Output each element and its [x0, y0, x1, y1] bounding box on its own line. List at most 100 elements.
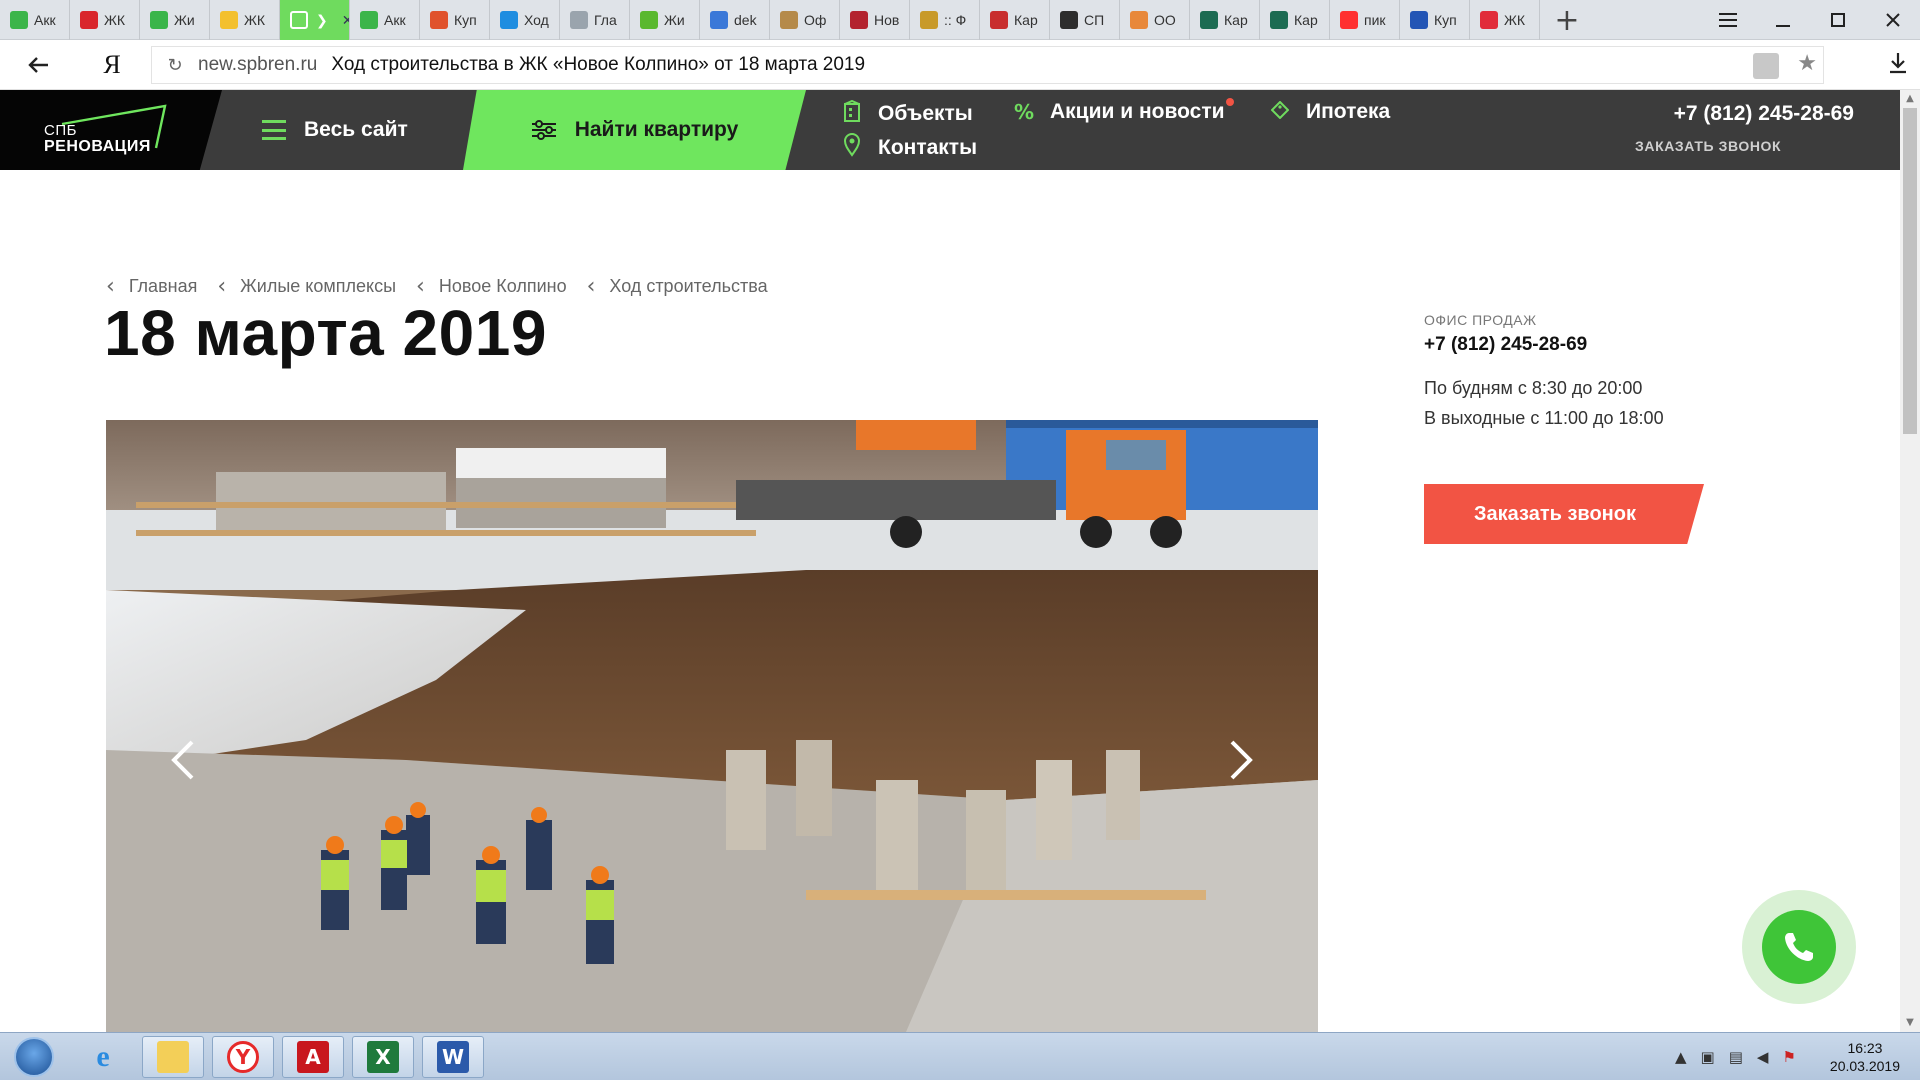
nav-objects[interactable]: Объекты — [842, 99, 973, 127]
blue-flag-icon — [500, 11, 518, 29]
browser-tab[interactable]: СП — [1050, 0, 1120, 40]
sales-office-phone[interactable]: +7 (812) 245-28-69 — [1424, 334, 1587, 356]
browser-tab[interactable]: Акк — [350, 0, 420, 40]
browser-tab[interactable]: ОО — [1120, 0, 1190, 40]
maximize-icon[interactable] — [1810, 0, 1865, 40]
network-icon[interactable]: ▤ — [1729, 1048, 1743, 1066]
browser-tab[interactable]: Кар — [980, 0, 1050, 40]
construction-photo-slider[interactable] — [106, 420, 1318, 1032]
sales-office-label: ОФИС ПРОДАЖ — [1424, 312, 1537, 328]
browser-tab[interactable]: dek — [700, 0, 770, 40]
yandex-icon — [1340, 11, 1358, 29]
check-orange-icon — [1130, 11, 1148, 29]
browser-tab[interactable]: ЖК — [70, 0, 140, 40]
start-button[interactable] — [6, 1035, 62, 1079]
find-flat-label: Найти квартиру — [574, 118, 739, 141]
green-leaf-icon — [360, 11, 378, 29]
slider-prev-arrow-icon[interactable] — [168, 738, 198, 782]
all-site-menu-button[interactable]: Весь сайт — [262, 90, 408, 170]
browser-tab[interactable]: Куп — [1400, 0, 1470, 40]
browser-tab[interactable]: Жи — [140, 0, 210, 40]
all-site-label: Весь сайт — [304, 118, 408, 141]
check-dark-icon — [1060, 11, 1078, 29]
browser-tab[interactable]: ЖК — [210, 0, 280, 40]
browser-tab-title: ОО — [1154, 12, 1176, 28]
weekday-hours: По будням с 8:30 до 20:00 — [1424, 378, 1643, 398]
browser-tab-title: пик — [1364, 12, 1386, 28]
scroll-up-arrow-icon[interactable]: ▲ — [1900, 90, 1920, 108]
minimize-icon[interactable] — [1755, 0, 1810, 40]
menu-icon[interactable] — [1700, 0, 1755, 40]
browser-tab[interactable]: Жи — [630, 0, 700, 40]
browser-tab-title: :: Ф — [944, 12, 967, 28]
browser-tab[interactable]: пик — [1330, 0, 1400, 40]
nav-news-label: Акции и новости — [1050, 98, 1234, 124]
tab-audio-icon: ❯ — [316, 11, 328, 28]
scroll-down-arrow-icon[interactable]: ▼ — [1900, 1014, 1920, 1032]
download-icon[interactable] — [1888, 52, 1908, 80]
callback-fab[interactable] — [1742, 890, 1856, 1004]
building-icon — [842, 99, 862, 127]
browser-tab[interactable]: Кар — [1190, 0, 1260, 40]
logo[interactable]: СПБ РЕНОВАЦИЯ — [0, 90, 222, 170]
back-button[interactable] — [0, 40, 76, 90]
browser-tab[interactable]: ЖК — [1470, 0, 1540, 40]
taskbar-word[interactable]: W — [422, 1036, 484, 1078]
browser-tab[interactable]: Ход — [490, 0, 560, 40]
yandex-logo-icon[interactable]: Я — [76, 40, 148, 90]
browser-tab[interactable]: Куп — [420, 0, 490, 40]
eagle-icon — [920, 11, 938, 29]
breadcrumb-item[interactable]: ‹ Ход строительства — [587, 274, 768, 299]
browser-tab-strip: АккЖКЖиЖК❯✕АккКупХодГлаЖиdekОфНов:: ФКар… — [0, 0, 1920, 40]
browser-tab-title: Ход — [524, 12, 549, 28]
taskbar-excel[interactable]: X — [352, 1036, 414, 1078]
tab-close-icon[interactable]: ✕ — [342, 12, 349, 29]
close-icon[interactable] — [1865, 0, 1920, 40]
spbren-icon — [290, 11, 308, 29]
browser-tab[interactable]: Гла — [560, 0, 630, 40]
taskbar-explorer[interactable] — [142, 1036, 204, 1078]
browser-tab[interactable]: :: Ф — [910, 0, 980, 40]
scrollbar-thumb[interactable] — [1903, 108, 1917, 434]
browser-tab[interactable]: Кар — [1260, 0, 1330, 40]
word-icon: W — [437, 1041, 469, 1073]
slider-next-arrow-icon[interactable] — [1226, 738, 1256, 782]
nav-contacts-label: Контакты — [878, 135, 978, 159]
nav-contacts[interactable]: Контакты — [842, 133, 977, 162]
browser-tab-title: Кар — [1014, 12, 1038, 28]
new-tab-button[interactable]: + — [1540, 0, 1594, 40]
yellow-folder-icon — [220, 11, 238, 29]
taskbar-yandex[interactable]: Y — [212, 1036, 274, 1078]
tray-device-icon[interactable]: ▣ — [1701, 1048, 1715, 1066]
bookmark-star-icon[interactable]: ★ — [1797, 51, 1817, 76]
flag-alert-icon[interactable]: ⚑ — [1782, 1048, 1795, 1066]
browser-tab-title: СП — [1084, 12, 1105, 28]
lock-icon[interactable] — [1753, 53, 1779, 79]
nav-mortgage[interactable]: Ипотека — [1270, 100, 1390, 124]
browser-tab[interactable]: Акк — [0, 0, 70, 40]
header-callback-link[interactable]: ЗАКАЗАТЬ ЗВОНОК — [1635, 138, 1781, 154]
browser-tab-title: Акк — [34, 12, 56, 28]
address-field[interactable]: ↻ new.spbren.ru Ход строительства в ЖК «… — [151, 46, 1824, 84]
browser-tab[interactable]: ❯✕ — [280, 0, 350, 40]
browser-tab[interactable]: Нов — [840, 0, 910, 40]
tray-expand-icon[interactable]: ▲ — [1675, 1048, 1687, 1066]
page-scrollbar[interactable]: ▲ ▼ — [1900, 90, 1920, 1032]
browser-tab[interactable]: Оф — [770, 0, 840, 40]
internet-explorer-icon: e — [96, 1040, 110, 1073]
clock[interactable]: 16:23 20.03.2019 — [1830, 1039, 1900, 1075]
red-tag-icon — [1480, 11, 1498, 29]
taskbar-ie[interactable]: e — [72, 1036, 134, 1078]
breadcrumb-label: Ход строительства — [609, 276, 768, 296]
taskbar-acrobat[interactable]: A — [282, 1036, 344, 1078]
volume-muted-icon[interactable]: ◀ — [1757, 1048, 1769, 1066]
order-call-button[interactable]: Заказать звонок — [1424, 484, 1704, 544]
red-building-icon — [80, 11, 98, 29]
yandex-browser-icon: Y — [227, 1041, 259, 1073]
header-phone[interactable]: +7 (812) 245-28-69 — [1674, 102, 1854, 126]
browser-tab-title: Кар — [1294, 12, 1318, 28]
reload-icon[interactable]: ↻ — [152, 55, 198, 76]
browser-tab-title: Куп — [454, 12, 477, 28]
find-flat-button[interactable]: Найти квартиру — [463, 90, 806, 170]
nav-news[interactable]: % Акции и новости — [1014, 98, 1234, 124]
